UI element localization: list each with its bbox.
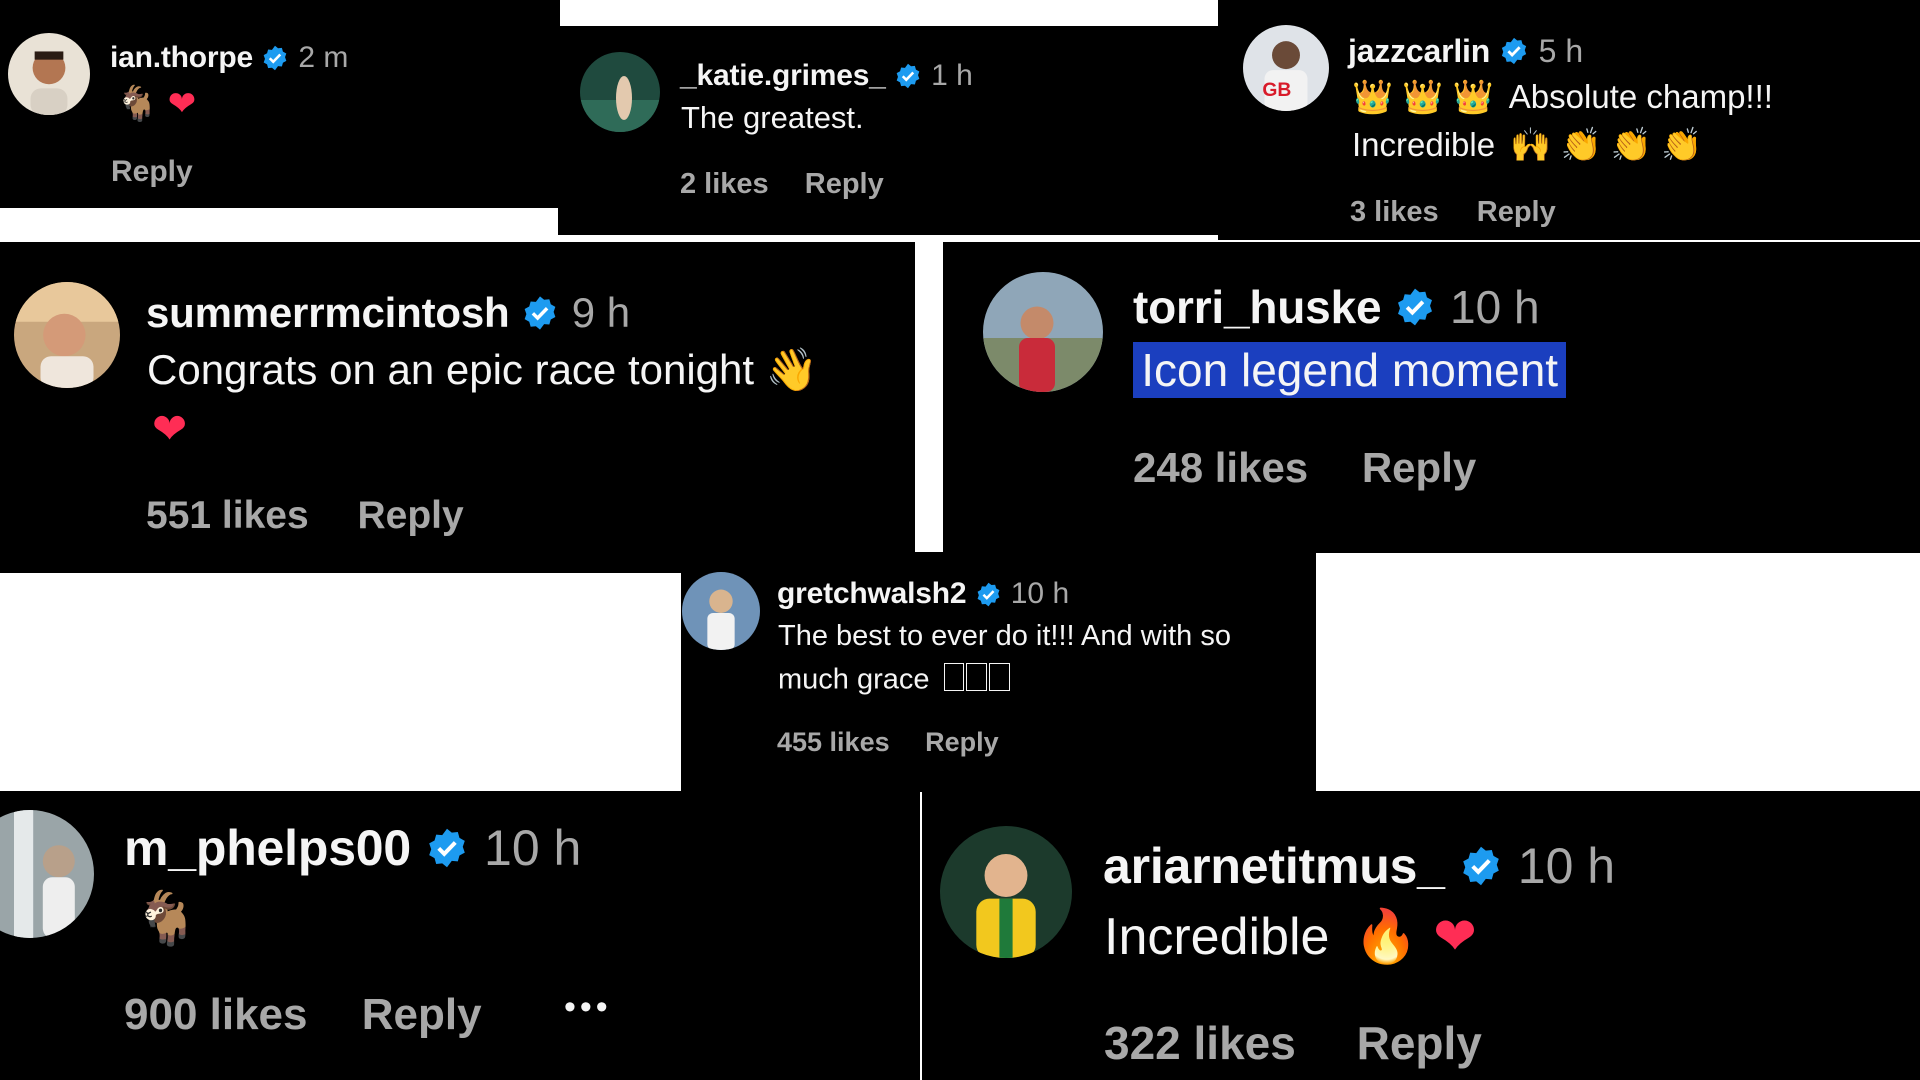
clapping-hands-icon: 👏 [1661,126,1703,163]
reply-button[interactable]: Reply [111,155,193,189]
verified-badge-icon [975,581,1002,608]
comment-text-line1: Absolute champ!!! [1508,78,1773,115]
raising-hands-icon: 🙌 [1510,126,1552,163]
timestamp: 9 h [571,289,631,336]
username[interactable]: m_phelps00 [124,819,411,877]
avatar[interactable] [8,33,90,115]
reply-button[interactable]: Reply [805,168,884,201]
clapping-hands-icon: 👏 [1560,126,1602,163]
comment-text-selected: Icon legend moment [1133,342,1567,398]
timestamp: 5 h [1538,32,1584,69]
username[interactable]: ian.thorpe [110,41,253,75]
timestamp: 10 h [1450,281,1540,333]
more-options-button[interactable]: ••• [564,988,612,1027]
avatar[interactable]: GB [1243,25,1329,111]
avatar[interactable] [682,572,760,650]
avatar[interactable] [580,52,660,132]
likes-count[interactable]: 2 likes [680,168,769,201]
comment-text-line1: The best to ever do it!!! And with so [778,620,1231,652]
waving-hand-icon: 👋 [765,346,819,393]
timestamp: 2 m [298,41,349,74]
timestamp: 10 h [484,820,582,876]
missing-glyph-boxes [943,663,1013,696]
comment-text-line2: Incredible [1352,126,1496,163]
verified-badge-icon [1459,844,1503,888]
reply-button[interactable]: Reply [1477,196,1556,229]
avatar[interactable] [940,826,1072,958]
comment-text: Incredible [1104,908,1330,966]
crown-icon: 👑 [1402,78,1444,115]
username[interactable]: _katie.grimes_ [680,59,886,93]
username[interactable]: summerrmcintosh [146,289,510,337]
comment-text: The greatest. [681,100,864,135]
red-heart-icon: ❤ [1433,908,1477,966]
verified-badge-icon [894,62,922,90]
username[interactable]: ariarnetitmus_ [1103,837,1445,895]
svg-text:GB: GB [1262,79,1291,101]
likes-count[interactable]: 900 likes [124,990,308,1040]
goat-icon: 🐐 [116,85,159,123]
reply-button[interactable]: Reply [1362,444,1476,492]
reply-button[interactable]: Reply [358,494,464,538]
likes-count[interactable]: 248 likes [1133,444,1308,492]
comment-text: Congrats on an epic race tonight [147,346,755,393]
avatar[interactable] [14,282,120,388]
verified-badge-icon [521,294,559,332]
username[interactable]: gretchwalsh2 [777,577,967,611]
goat-icon: 🐐 [134,890,199,948]
comment-text-line2: much grace [778,663,930,696]
crown-icon: 👑 [1352,78,1394,115]
reply-button[interactable]: Reply [362,990,482,1040]
verified-badge-icon [1499,36,1529,66]
verified-badge-icon [261,44,289,72]
red-heart-icon: ❤ [152,405,188,452]
fire-icon: 🔥 [1353,908,1419,966]
red-heart-icon: ❤ [167,85,197,123]
panel-top-left [0,0,560,208]
reply-button[interactable]: Reply [1357,1016,1482,1070]
timestamp: 10 h [1517,838,1616,894]
crown-icon: 👑 [1452,78,1494,115]
username[interactable]: jazzcarlin [1348,33,1490,70]
timestamp: 10 h [1010,577,1070,610]
timestamp: 1 h [931,59,973,92]
verified-badge-icon [425,826,469,870]
avatar[interactable] [983,272,1103,392]
likes-count[interactable]: 322 likes [1104,1016,1296,1070]
likes-count[interactable]: 455 likes [777,727,890,758]
likes-count[interactable]: 3 likes [1350,196,1439,229]
likes-count[interactable]: 551 likes [146,494,309,538]
verified-badge-icon [1394,286,1436,328]
reply-button[interactable]: Reply [925,727,999,758]
username[interactable]: torri_huske [1133,280,1382,334]
clapping-hands-icon: 👏 [1610,126,1652,163]
